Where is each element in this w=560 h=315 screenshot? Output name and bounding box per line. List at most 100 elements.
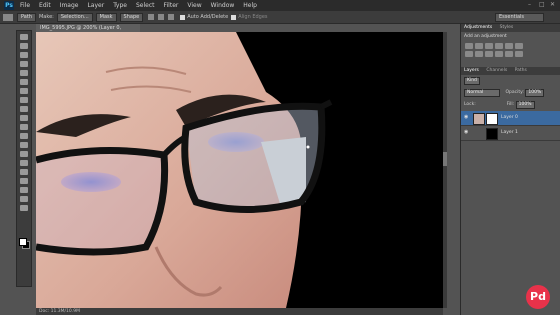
- vibrance-icon[interactable]: [505, 43, 513, 49]
- auto-add-delete-label: Auto Add/Delete: [187, 14, 229, 20]
- menu-type[interactable]: Type: [113, 2, 127, 9]
- history-brush-tool-icon[interactable]: [20, 115, 28, 121]
- gear-icon[interactable]: [168, 14, 175, 20]
- adjustments-subtitle: Add an adjustment: [464, 34, 507, 39]
- tool-mode-select[interactable]: Path: [17, 12, 36, 22]
- rectangle-tool-icon[interactable]: [20, 187, 28, 193]
- layer-row[interactable]: ◉ Layer 1: [461, 126, 560, 141]
- close-icon[interactable]: ✕: [550, 1, 555, 8]
- tab-layers[interactable]: Layers: [464, 68, 479, 73]
- opacity-label: Opacity:: [505, 90, 524, 95]
- menu-edit[interactable]: Edit: [39, 2, 51, 9]
- layer-filter-row: Kind: [461, 75, 560, 87]
- color-balance-icon[interactable]: [465, 51, 473, 57]
- path-alignment-icon[interactable]: [158, 14, 165, 20]
- foreground-color-swatch[interactable]: [19, 238, 27, 246]
- menu-help[interactable]: Help: [243, 2, 257, 9]
- invert-icon[interactable]: [515, 51, 523, 57]
- photo-filter-icon[interactable]: [485, 51, 493, 57]
- curves-icon[interactable]: [485, 43, 493, 49]
- marquee-tool-icon[interactable]: [20, 43, 28, 49]
- fill-label: Fill:: [506, 102, 515, 107]
- blend-opacity-row: Normal Opacity: 100%: [461, 87, 560, 99]
- layer-name[interactable]: Layer 0: [501, 111, 518, 125]
- layer-thumbnail[interactable]: [473, 113, 485, 125]
- workspace-switcher[interactable]: Essentials: [495, 13, 544, 22]
- brightness-contrast-icon[interactable]: [465, 43, 473, 49]
- exposure-icon[interactable]: [495, 43, 503, 49]
- make-mask-button[interactable]: Mask: [95, 12, 117, 22]
- eraser-tool-icon[interactable]: [20, 124, 28, 130]
- make-selection-button[interactable]: Selection...: [56, 12, 93, 22]
- pen-tool-icon[interactable]: [20, 160, 28, 166]
- layer-mask-thumbnail[interactable]: [486, 113, 498, 125]
- align-edges-checkbox[interactable]: [231, 14, 237, 20]
- layers-tabs: Layers Channels Paths: [461, 67, 560, 75]
- quick-selection-tool-icon[interactable]: [20, 61, 28, 67]
- black-white-icon[interactable]: [475, 51, 483, 57]
- color-lookup-icon[interactable]: [505, 51, 513, 57]
- opacity-input[interactable]: 100%: [525, 89, 545, 97]
- crop-tool-icon[interactable]: [20, 70, 28, 76]
- maximize-icon[interactable]: □: [539, 1, 545, 8]
- document-tab[interactable]: IMG_5995.JPG @ 200% (Layer 0, RGB/8) *: [36, 24, 140, 39]
- menu-window[interactable]: Window: [211, 2, 235, 9]
- scrollbar-thumb[interactable]: [443, 152, 447, 166]
- brush-tool-icon[interactable]: [20, 97, 28, 103]
- adjustments-tabs: Adjustments Styles: [461, 24, 560, 32]
- path-operations-icon[interactable]: [148, 14, 155, 20]
- layer-kind-filter[interactable]: Kind: [464, 77, 480, 85]
- hue-saturation-icon[interactable]: [515, 43, 523, 49]
- photo-image: [36, 32, 443, 308]
- menu-bar: Ps File Edit Image Layer Type Select Fil…: [0, 0, 560, 11]
- hand-tool-icon[interactable]: [20, 196, 28, 202]
- path-selection-tool-icon[interactable]: [20, 178, 28, 184]
- vertical-scrollbar[interactable]: [443, 32, 447, 308]
- channel-mixer-icon[interactable]: [495, 51, 503, 57]
- layer-thumbnail[interactable]: [486, 128, 498, 140]
- pen-tool-icon[interactable]: [3, 13, 13, 21]
- minimize-icon[interactable]: –: [528, 1, 531, 8]
- tab-adjustments[interactable]: Adjustments: [464, 25, 492, 30]
- layer-name[interactable]: Layer 1: [501, 126, 518, 140]
- tab-styles[interactable]: Styles: [500, 25, 514, 30]
- tab-paths[interactable]: Paths: [515, 68, 527, 73]
- watermark-logo: Pd: [526, 285, 550, 309]
- move-tool-icon[interactable]: [20, 34, 28, 40]
- menu-layer[interactable]: Layer: [87, 2, 104, 9]
- fill-input[interactable]: 100%: [515, 101, 535, 109]
- lock-fill-row: Lock: Fill: 100%: [461, 99, 560, 111]
- auto-add-delete-checkbox[interactable]: [180, 14, 186, 20]
- photoshop-logo: Ps: [4, 1, 14, 10]
- tab-channels[interactable]: Channels: [486, 68, 507, 73]
- align-edges-label: Align Edges: [238, 14, 268, 20]
- gradient-tool-icon[interactable]: [20, 133, 28, 139]
- tools-panel: [16, 30, 32, 287]
- eyedropper-tool-icon[interactable]: [20, 79, 28, 85]
- zoom-tool-icon[interactable]: [20, 205, 28, 211]
- layer-row[interactable]: ◉ Layer 0: [461, 111, 560, 126]
- dodge-tool-icon[interactable]: [20, 151, 28, 157]
- type-tool-icon[interactable]: [20, 169, 28, 175]
- canvas[interactable]: [36, 32, 443, 308]
- levels-icon[interactable]: [475, 43, 483, 49]
- adjustments-grid: [461, 41, 560, 59]
- menu-view[interactable]: View: [187, 2, 201, 9]
- blur-tool-icon[interactable]: [20, 142, 28, 148]
- visibility-eye-icon[interactable]: ◉: [464, 130, 469, 135]
- menu-image[interactable]: Image: [60, 2, 79, 9]
- visibility-eye-icon[interactable]: ◉: [464, 115, 469, 120]
- lasso-tool-icon[interactable]: [20, 52, 28, 58]
- clone-stamp-tool-icon[interactable]: [20, 106, 28, 112]
- make-label: Make:: [38, 14, 54, 20]
- healing-brush-tool-icon[interactable]: [20, 88, 28, 94]
- make-shape-button[interactable]: Shape: [119, 12, 144, 22]
- options-bar: Path Make: Selection... Mask Shape Auto …: [0, 11, 560, 24]
- menu-select[interactable]: Select: [136, 2, 155, 9]
- menu-filter[interactable]: Filter: [164, 2, 179, 9]
- blend-mode-select[interactable]: Normal: [464, 89, 500, 97]
- right-panels: Adjustments Styles Add an adjustment Lay…: [460, 24, 560, 315]
- menu-file[interactable]: File: [20, 2, 30, 9]
- lock-label: Lock:: [464, 102, 476, 107]
- status-bar: Doc: 11.3M/10.9M: [36, 308, 443, 315]
